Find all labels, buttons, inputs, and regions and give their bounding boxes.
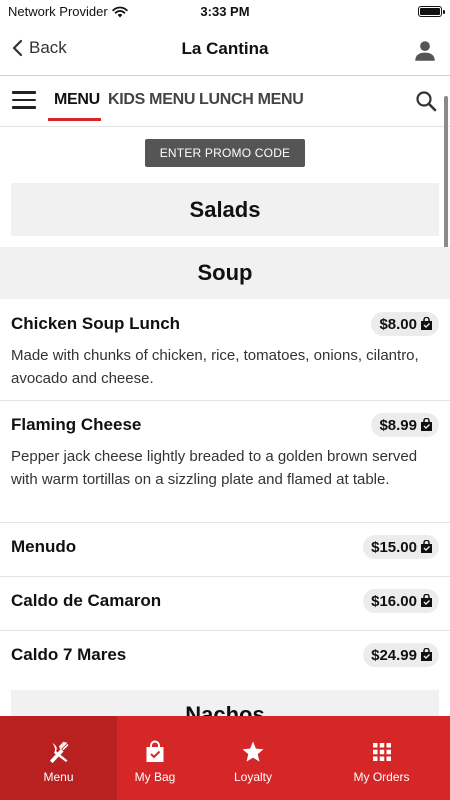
battery-icon	[418, 6, 445, 17]
bottom-nav-menu[interactable]: Menu	[0, 716, 117, 800]
item-price: $8.00	[379, 315, 417, 333]
hamburger-menu-icon[interactable]	[12, 91, 36, 113]
add-to-bag-button[interactable]: $16.00	[363, 589, 439, 613]
profile-icon[interactable]	[412, 38, 438, 64]
menu-item[interactable]: Flaming Cheese $8.99 Pepper jack cheese …	[0, 401, 450, 523]
bag-icon	[146, 740, 164, 762]
bag-icon	[421, 594, 432, 607]
add-to-bag-button[interactable]: $8.00	[371, 312, 439, 336]
menu-item[interactable]: Menudo $15.00	[0, 523, 450, 577]
tab-lunch-menu[interactable]: LUNCH MENU	[199, 91, 304, 109]
menu-item[interactable]: Caldo 7 Mares $24.99	[0, 631, 450, 685]
menu-tabs: MENU KIDS MENU LUNCH MENU	[0, 77, 450, 127]
bag-icon	[421, 648, 432, 661]
page-title: La Cantina	[181, 39, 269, 58]
bag-icon	[421, 418, 432, 431]
star-icon	[242, 741, 264, 762]
menu-item[interactable]: Caldo de Camaron $16.00	[0, 577, 450, 631]
add-to-bag-button[interactable]: $15.00	[363, 535, 439, 559]
item-name: Caldo 7 Mares	[11, 645, 127, 664]
item-name: Caldo de Camaron	[11, 591, 162, 610]
item-price: $16.00	[371, 592, 417, 610]
add-to-bag-button[interactable]: $24.99	[363, 643, 439, 667]
bottom-nav-my-orders[interactable]: My Orders	[313, 716, 450, 800]
status-bar: Network Provider 3:33 PM	[0, 0, 450, 24]
menu-item[interactable]: Chicken Soup Lunch $8.00 Made with chunk…	[0, 300, 450, 401]
battery-level	[420, 8, 440, 15]
status-time: 3:33 PM	[200, 4, 250, 19]
item-price: $8.99	[379, 416, 417, 434]
bottom-nav-loyalty[interactable]: Loyalty	[193, 716, 313, 800]
search-icon[interactable]	[414, 89, 438, 113]
utensils-icon	[49, 741, 68, 763]
bottom-nav: Menu My Bag Loyalty My Orders	[0, 716, 450, 800]
item-name: Chicken Soup Lunch	[11, 314, 181, 333]
bottom-nav-my-bag[interactable]: My Bag	[117, 716, 193, 800]
item-price: $15.00	[371, 538, 417, 556]
bottom-nav-label: My Bag	[134, 770, 176, 784]
item-description: Pepper jack cheese lightly breaded to a …	[11, 448, 418, 488]
item-description: Made with chunks of chicken, rice, tomat…	[11, 347, 419, 387]
category-soup[interactable]: Soup	[0, 247, 450, 299]
promo-code-button[interactable]: ENTER PROMO CODE	[145, 139, 305, 167]
item-name: Flaming Cheese	[11, 415, 142, 434]
active-tab-indicator	[48, 118, 101, 121]
bag-icon	[421, 540, 432, 553]
bottom-nav-label: My Orders	[353, 770, 410, 784]
bag-icon	[421, 317, 432, 330]
grid-icon	[372, 743, 391, 761]
bottom-nav-label: Loyalty	[233, 770, 273, 784]
tab-kids-menu[interactable]: KIDS MENU	[108, 91, 195, 109]
nav-header: Back La Cantina	[0, 24, 450, 76]
item-price: $24.99	[371, 646, 417, 664]
tab-menu[interactable]: MENU	[54, 91, 100, 109]
add-to-bag-button[interactable]: $8.99	[371, 413, 439, 437]
bottom-nav-label: Menu	[43, 770, 74, 784]
item-name: Menudo	[11, 537, 77, 556]
category-salads[interactable]: Salads	[11, 183, 439, 236]
